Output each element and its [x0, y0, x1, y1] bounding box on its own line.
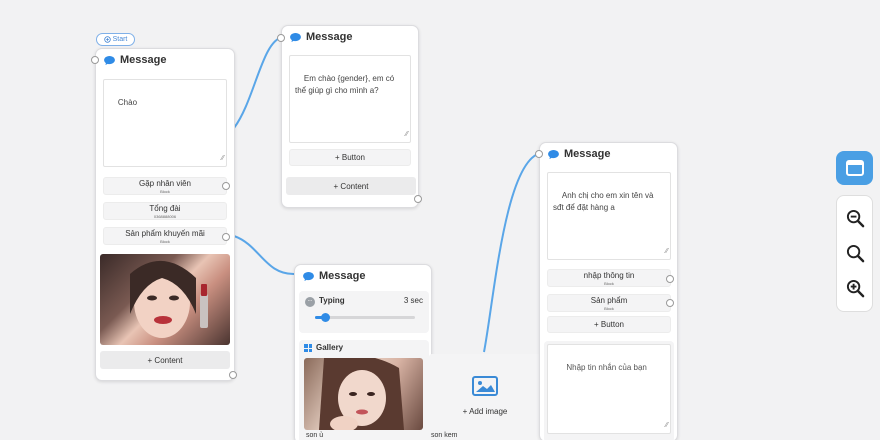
- input-port[interactable]: [91, 56, 99, 64]
- typing-label: Typing: [319, 296, 345, 305]
- gallery-block[interactable]: Gallery son ủ: [299, 340, 429, 440]
- node-header: Message: [540, 143, 677, 165]
- input-port[interactable]: [277, 34, 285, 42]
- gallery-label: Gallery: [316, 343, 344, 352]
- add-content-button[interactable]: + Content: [100, 351, 230, 369]
- next-port[interactable]: [414, 195, 422, 203]
- zoom-in-icon[interactable]: [846, 279, 865, 298]
- button-type: Block: [160, 188, 170, 194]
- add-button-label: + Button: [593, 319, 625, 329]
- add-image-label: + Add image: [462, 407, 508, 416]
- quick-reply-button-2[interactable]: Sản phẩm Block: [547, 294, 671, 312]
- message-node-3[interactable]: Message ... Typing 3 sec Gallery son ủ +…: [294, 264, 541, 440]
- message-text-input[interactable]: Anh chị cho em xin tên và sđt để đặt hàn…: [547, 172, 671, 260]
- node-header: Message: [96, 49, 234, 71]
- output-port-1[interactable]: [222, 182, 230, 190]
- start-icon: [103, 36, 111, 43]
- node-header: Message: [295, 265, 431, 287]
- node-header: Message: [282, 26, 418, 48]
- add-button[interactable]: + Button: [289, 149, 411, 166]
- button-type: Block: [604, 280, 614, 286]
- typing-dots-icon: ...: [305, 297, 315, 307]
- message-text: Chào: [117, 98, 138, 107]
- message-text-input[interactable]: Em chào {gender}, em có thể giúp gì cho …: [289, 55, 411, 143]
- portrait-illustration: [319, 358, 404, 430]
- button-label: nhập thông tin: [583, 270, 635, 280]
- resize-handle-icon[interactable]: ⁄⁄: [666, 420, 668, 432]
- next-port[interactable]: [229, 371, 237, 379]
- node-title: Message: [564, 148, 611, 160]
- chat-bubble-icon: [104, 55, 115, 65]
- chat-bubble-icon: [303, 271, 314, 281]
- gallery-icon: [304, 344, 312, 352]
- gallery-caption-1: son ủ: [306, 432, 324, 439]
- message-text: Anh chị cho em xin tên và sđt để đặt hàn…: [553, 191, 656, 212]
- add-content-button[interactable]: + Content: [286, 177, 416, 195]
- quick-reply-button-1[interactable]: Gặp nhân viên Block: [103, 177, 227, 195]
- node-title: Message: [120, 54, 167, 66]
- start-badge: Start: [96, 33, 135, 46]
- message-text-input[interactable]: Chào ⁄⁄: [103, 79, 227, 167]
- quick-reply-button-2[interactable]: Tổng đài 0368888006: [103, 202, 227, 220]
- button-label: Gặp nhân viên: [138, 178, 192, 188]
- resize-handle-icon[interactable]: ⁄⁄: [666, 246, 668, 258]
- portrait-illustration: [130, 260, 208, 338]
- view-icon: [845, 160, 864, 176]
- message-text: Em chào {gender}, em có thể giúp gì cho …: [295, 74, 397, 95]
- add-button-label: + Button: [334, 152, 366, 162]
- message-text-input-2[interactable]: Nhập tin nhắn của bạn ⁄⁄: [547, 344, 671, 434]
- start-label: Start: [112, 36, 128, 43]
- zoom-controls: [836, 195, 873, 312]
- button-label: Sản phẩm: [590, 295, 628, 305]
- zoom-out-icon[interactable]: [846, 209, 865, 228]
- typing-slider-track[interactable]: [315, 313, 415, 322]
- product-image-lipstick: [100, 254, 230, 345]
- search-icon[interactable]: [846, 244, 865, 263]
- button-type: Block: [604, 305, 614, 311]
- message-node-1[interactable]: Message Chào ⁄⁄ Gặp nhân viên Block Tổng…: [91, 48, 237, 381]
- node-title: Message: [319, 270, 366, 282]
- button-label: Tổng đài: [149, 203, 181, 213]
- resize-handle-icon[interactable]: ⁄⁄: [222, 153, 224, 165]
- message-node-2[interactable]: Message Em chào {gender}, em có thể giúp…: [277, 25, 422, 208]
- resize-handle-icon[interactable]: ⁄⁄: [406, 129, 408, 141]
- output-port-1[interactable]: [666, 275, 674, 283]
- edge-promo-to-node3: [233, 235, 296, 276]
- gallery-add-image-card[interactable]: + Add image son kem: [429, 354, 541, 440]
- message-node-4[interactable]: Message Anh chị cho em xin tên và sđt để…: [535, 142, 678, 440]
- chat-bubble-icon: [548, 149, 559, 159]
- chat-bubble-icon: [290, 32, 301, 42]
- input-port[interactable]: [535, 150, 543, 158]
- edge-gallery-to-node4: [483, 152, 542, 353]
- gallery-image-1: [304, 358, 423, 430]
- button-label: Sản phẩm khuyến mãi: [125, 228, 205, 238]
- add-button[interactable]: + Button: [547, 316, 671, 333]
- quick-reply-button-1[interactable]: nhập thông tin Block: [547, 269, 671, 287]
- view-toggle-button[interactable]: [836, 151, 873, 185]
- button-type: Block: [160, 238, 170, 244]
- typing-duration: 3 sec: [403, 296, 423, 305]
- edge-node1-to-node2: [233, 36, 284, 129]
- typing-block[interactable]: ... Typing 3 sec: [299, 291, 429, 333]
- text-block-2[interactable]: Nhập tin nhắn của bạn ⁄⁄: [544, 341, 674, 440]
- output-port-3[interactable]: [222, 233, 230, 241]
- gallery-caption-2: son kem: [431, 432, 458, 439]
- image-icon: [472, 376, 498, 396]
- node-title: Message: [306, 31, 353, 43]
- output-port-2[interactable]: [666, 299, 674, 307]
- message-placeholder: Nhập tin nhắn của bạn: [566, 363, 647, 372]
- quick-reply-button-3[interactable]: Sản phẩm khuyến mãi Block: [103, 227, 227, 245]
- typing-slider-thumb[interactable]: [321, 313, 330, 322]
- button-type: 0368888006: [153, 213, 177, 219]
